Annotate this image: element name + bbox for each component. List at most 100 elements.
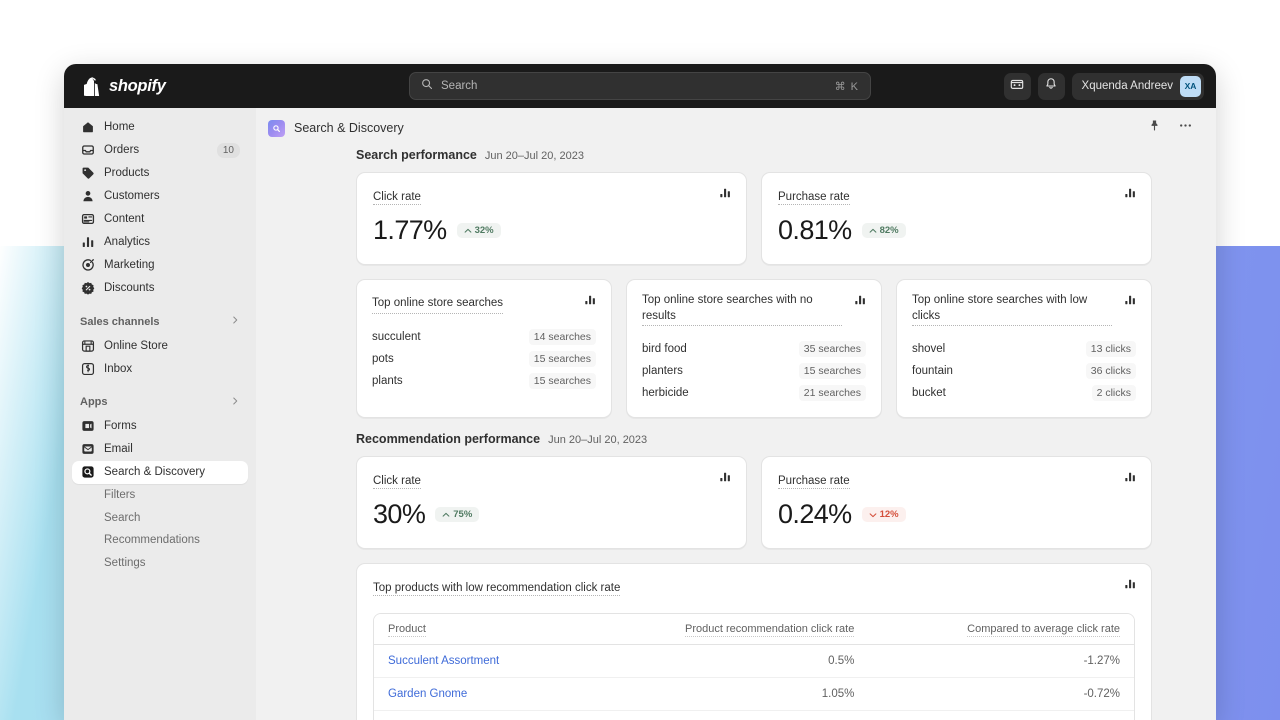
recommendation-rate-cards-row: Click rate 30% 75% Pur [356,456,1152,549]
search-term: herbicide [642,387,689,399]
list-item: pots 15 searches [372,348,596,370]
search-count: 15 searches [529,351,596,367]
notifications-button[interactable] [1038,73,1065,100]
sidebar-item-customers[interactable]: Customers [72,185,248,208]
sidebar-item-online-store[interactable]: Online Store [72,335,248,358]
top-bar-actions: Xquenda Andreev XA [912,73,1204,100]
card-label: Click rate [373,191,421,205]
bar-chart-icon[interactable] [719,186,732,204]
pin-button[interactable] [1143,117,1165,139]
sidebar-section-sales-channels[interactable]: Sales channels [72,311,248,333]
card-label: Purchase rate [778,191,850,205]
table-row: Garden Gnome 1.05% -0.72% [374,678,1134,711]
orders-count-badge: 10 [217,143,240,158]
sidebar-item-label: Orders [104,144,208,156]
storefront-button[interactable] [1004,73,1031,100]
arrow-up-icon [442,511,450,519]
click-rate-cell: 0.5% [578,645,868,678]
sidebar-item-home[interactable]: Home [72,116,248,139]
sidebar: Home Orders 10 Products Customers [64,108,256,720]
delta-badge: 32% [457,223,501,238]
sidebar-item-label: Email [104,443,240,455]
list-item: planters 15 searches [642,360,866,382]
list-item: bird food 35 searches [642,338,866,360]
search-term: planters [642,365,683,377]
products-table: Product Product recommendation click rat… [374,614,1134,720]
search-term: succulent [372,331,421,343]
metric-value: 0.24% [778,499,852,530]
low-recommendation-click-rate-card: Top products with low recommendation cli… [356,563,1152,720]
search-count: 35 searches [799,341,866,357]
shopify-wordmark: shopify [109,77,166,96]
table-header-row: Product Product recommendation click rat… [374,614,1134,645]
column-header-product: Product [374,614,578,645]
discount-icon [80,281,95,296]
list-item: plants 15 searches [372,370,596,392]
click-count: 13 clicks [1086,341,1136,357]
search-term: bucket [912,387,946,399]
search-performance-header: Search performance Jun 20–Jul 20, 2023 [356,148,1152,162]
sidebar-item-label: Inbox [104,363,240,375]
sidebar-subitem-filters[interactable]: Filters [72,484,248,507]
sidebar-item-label: Content [104,213,240,225]
sidebar-subitem-search[interactable]: Search [72,507,248,530]
search-term: fountain [912,365,953,377]
rate-line: 30% 75% [373,499,730,530]
bar-chart-icon[interactable] [584,293,597,311]
sidebar-item-forms[interactable]: Forms [72,415,248,438]
delta-value: 82% [880,225,899,236]
metric-value: 30% [373,499,425,530]
sidebar-item-orders[interactable]: Orders 10 [72,139,248,162]
list-item: bucket 2 clicks [912,382,1136,404]
sidebar-item-search-and-discovery[interactable]: Search & Discovery [72,461,248,484]
arrow-down-icon [869,511,877,519]
chevron-right-icon [230,396,240,409]
search-count: 15 searches [529,373,596,389]
global-search-input[interactable]: Search ⌘ K [409,72,871,100]
bar-chart-icon[interactable] [719,470,732,488]
bar-chart-icon[interactable] [1124,470,1137,488]
sidebar-subitem-recommendations[interactable]: Recommendations [72,529,248,552]
orders-icon [80,143,95,158]
sidebar-item-content[interactable]: Content [72,208,248,231]
sidebar-section-apps[interactable]: Apps [72,391,248,413]
sidebar-item-label: Products [104,167,240,179]
sidebar-item-label: Search & Discovery [104,466,240,478]
home-icon [80,120,95,135]
product-link[interactable]: Succulent Assortment [388,655,499,667]
bar-chart-icon[interactable] [1124,293,1137,311]
user-menu[interactable]: Xquenda Andreev XA [1072,73,1204,100]
more-options-button[interactable] [1174,117,1196,139]
sidebar-item-label: Marketing [104,259,240,271]
bar-chart-icon[interactable] [1124,186,1137,204]
inbox-icon [80,361,95,376]
bell-icon [1044,77,1058,96]
shopify-brand[interactable]: shopify [76,76,368,97]
person-icon [80,189,95,204]
recommendation-click-rate-card: Click rate 30% 75% [356,456,747,549]
product-link[interactable]: Garden Gnome [388,688,467,700]
compared-cell: -0.7% [868,711,1134,720]
main-content: Search & Discovery Search performance Ju [256,108,1216,720]
section-label: Apps [80,396,230,408]
global-search-area: Search ⌘ K [368,72,912,100]
sidebar-item-discounts[interactable]: Discounts [72,277,248,300]
card-label: Click rate [373,475,421,489]
section-title: Recommendation performance [356,432,540,446]
sidebar-item-email[interactable]: Email [72,438,248,461]
card-title: Top online store searches with no result… [642,293,842,326]
search-shortcut-hint: ⌘ K [835,80,859,93]
bar-chart-icon[interactable] [1124,577,1137,595]
section-date-range: Jun 20–Jul 20, 2023 [548,434,647,446]
sidebar-subitem-settings[interactable]: Settings [72,552,248,575]
top-searches-low-clicks-card: Top online store searches with low click… [896,279,1152,418]
sidebar-item-products[interactable]: Products [72,162,248,185]
search-count: 14 searches [529,329,596,345]
store-icon [80,338,95,353]
metric-value: 0.81% [778,215,852,246]
sidebar-item-analytics[interactable]: Analytics [72,231,248,254]
sidebar-item-marketing[interactable]: Marketing [72,254,248,277]
bar-chart-icon[interactable] [854,293,867,311]
list-item: succulent 14 searches [372,326,596,348]
sidebar-item-inbox[interactable]: Inbox [72,358,248,381]
